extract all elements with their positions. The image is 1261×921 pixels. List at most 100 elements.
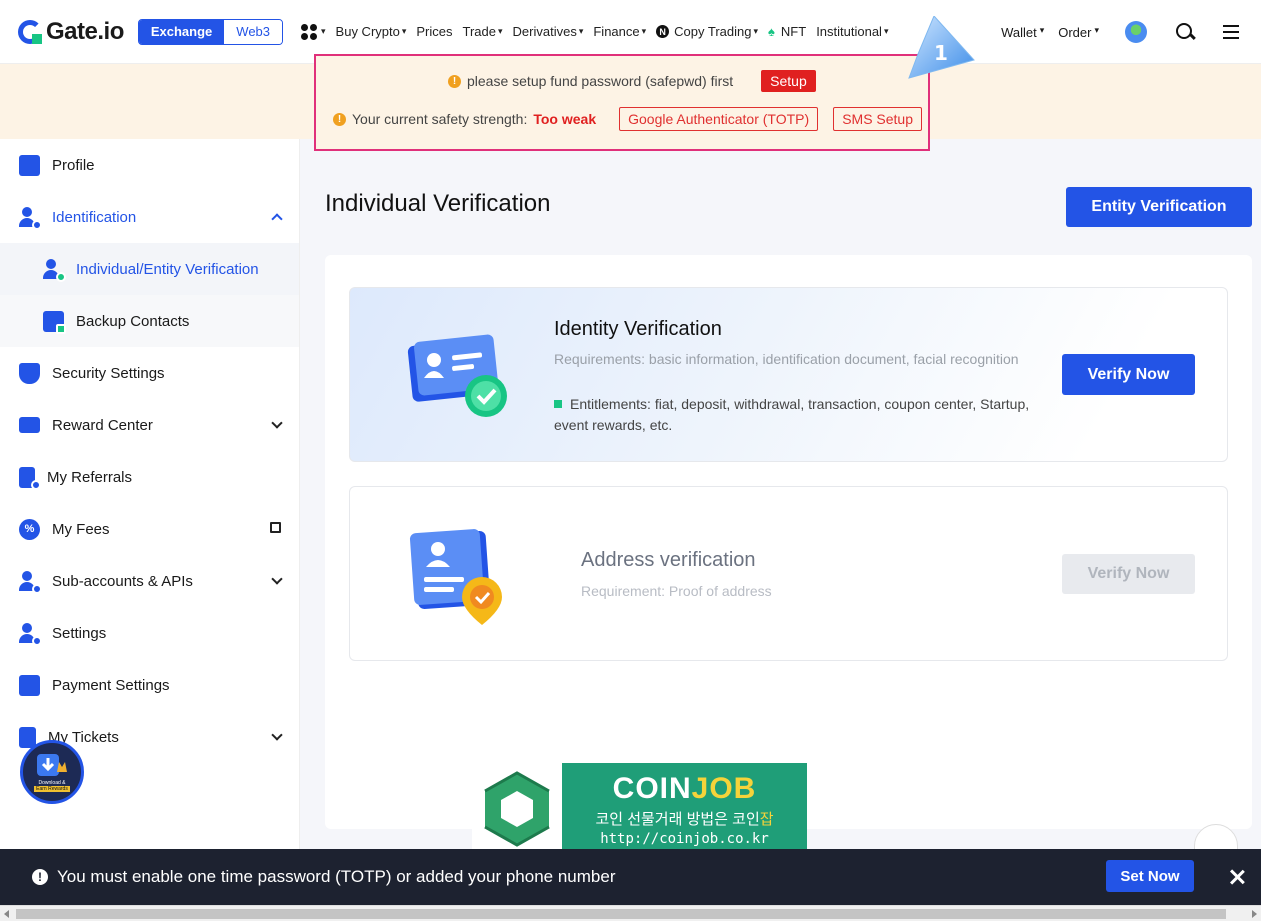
- sidebar-item-label: Security Settings: [52, 364, 165, 382]
- bullet-icon: [554, 400, 562, 408]
- sidebar-item-profile[interactable]: Profile: [0, 139, 299, 191]
- sidebar-item-label: Reward Center: [52, 416, 153, 434]
- badge-text: Earn Rewards: [34, 786, 70, 792]
- info-icon: !: [32, 869, 48, 885]
- user-avatar-icon[interactable]: [1125, 21, 1147, 43]
- sidebar-item-payment-settings[interactable]: Payment Settings: [0, 659, 299, 711]
- profile-card-icon: [19, 154, 40, 176]
- scrollbar-thumb[interactable]: [16, 909, 1226, 919]
- identity-verify-now-button[interactable]: Verify Now: [1062, 354, 1195, 395]
- identification-person-icon: [19, 206, 42, 230]
- gate-logo[interactable]: Gate.io: [18, 18, 124, 46]
- copy-trading-icon: N: [656, 25, 670, 38]
- sidebar-item-label: Identification: [52, 208, 137, 226]
- shield-icon: [19, 362, 40, 384]
- horizontal-scrollbar[interactable]: [0, 905, 1261, 921]
- sidebar-item-my-referrals[interactable]: My Referrals: [0, 451, 299, 503]
- sub-accounts-icon: [19, 570, 42, 594]
- hamburger-menu-icon[interactable]: [1223, 25, 1239, 39]
- sidebar-item-label: Individual/Entity Verification: [76, 260, 259, 278]
- percent-icon: %: [19, 518, 40, 540]
- banner-message: You must enable one time password (TOTP)…: [57, 867, 616, 886]
- sidebar-item-label: My Referrals: [47, 468, 133, 486]
- nav-institutional[interactable]: Institutional ▾: [816, 24, 888, 39]
- annotation-number: 1: [934, 41, 948, 65]
- download-earn-rewards-badge[interactable]: Download & Earn Rewards: [20, 740, 84, 804]
- chevron-down-icon[interactable]: [271, 729, 283, 741]
- ad-subtitle: 코인 선물거래 방법은 코인잡: [595, 810, 774, 828]
- address-verification-card: Address verification Requirement: Proof …: [349, 486, 1228, 661]
- chevron-down-icon[interactable]: [271, 417, 283, 429]
- nav-order[interactable]: Order ▾: [1058, 25, 1099, 40]
- page-title: Individual Verification: [325, 190, 551, 217]
- nav-prices[interactable]: Prices: [416, 24, 452, 39]
- referrals-icon: [19, 466, 41, 490]
- main-nav: ▾ Buy Crypto ▾ Prices Trade ▾ Derivatives ▾…: [301, 23, 888, 40]
- nav-label: Buy Crypto: [335, 24, 400, 39]
- fund-password-warning: ! please setup fund password (safepwd) f…: [448, 70, 816, 92]
- address-verification-title: Address verification: [581, 549, 756, 571]
- sidebar-item-settings[interactable]: Settings: [0, 607, 299, 659]
- nft-leaf-icon: ♠: [768, 24, 775, 39]
- close-icon[interactable]: [1228, 868, 1246, 886]
- chevron-down-icon: ▾: [401, 26, 407, 36]
- sidebar-item-my-fees[interactable]: % My Fees: [0, 503, 299, 555]
- sidebar-item-label: Profile: [52, 156, 95, 174]
- safety-strength-warning: ! Your current safety strength: Too weak…: [333, 107, 923, 131]
- strength-label: Your current safety strength:: [352, 111, 528, 127]
- sidebar-item-identification[interactable]: Identification: [0, 191, 299, 243]
- external-link-icon[interactable]: [270, 522, 281, 533]
- nav-label: Prices: [416, 24, 453, 39]
- settings-person-icon: [19, 622, 42, 646]
- apps-menu[interactable]: ▾: [301, 23, 326, 40]
- warning-icon: !: [448, 74, 461, 88]
- sidebar-item-sub-accounts-apis[interactable]: Sub-accounts & APIs: [0, 555, 299, 607]
- setup-button[interactable]: Setup: [761, 70, 816, 92]
- address-requirements: Requirement: Proof of address: [581, 583, 772, 599]
- gate-logo-icon: [18, 19, 42, 44]
- scroll-left-icon[interactable]: [4, 910, 9, 918]
- exchange-tab[interactable]: Exchange: [138, 19, 225, 44]
- search-icon[interactable]: [1175, 22, 1195, 42]
- set-now-button[interactable]: Set Now: [1106, 860, 1194, 892]
- chevron-up-icon[interactable]: [271, 213, 283, 225]
- chevron-down-icon: ▾: [753, 26, 758, 36]
- identity-verification-title: Identity Verification: [554, 318, 722, 340]
- chevron-down-icon: ▾: [578, 26, 584, 36]
- entity-verification-button[interactable]: Entity Verification: [1066, 187, 1252, 227]
- nav-label: Finance: [593, 24, 640, 39]
- id-card-check-icon: [407, 334, 507, 417]
- nav-copy-trading[interactable]: N Copy Trading ▾: [656, 24, 758, 39]
- nav-finance[interactable]: Finance ▾: [593, 24, 646, 39]
- web3-tab[interactable]: Web3: [224, 19, 283, 44]
- chevron-down-icon[interactable]: [271, 573, 283, 585]
- sms-setup-button[interactable]: SMS Setup: [833, 107, 923, 131]
- sidebar-item-security-settings[interactable]: Security Settings: [0, 347, 299, 399]
- sidebar-item-label: My Fees: [52, 520, 110, 538]
- nav-label: Order: [1058, 24, 1092, 40]
- apps-grid-icon: [301, 23, 318, 40]
- sidebar-item-backup-contacts[interactable]: Backup Contacts: [0, 295, 299, 347]
- sidebar-item-reward-center[interactable]: Reward Center: [0, 399, 299, 451]
- scroll-right-icon[interactable]: [1252, 910, 1257, 918]
- ad-text: COINJOB 코인 선물거래 방법은 코인잡 http://coinjob.c…: [562, 763, 807, 855]
- chevron-down-icon: ▾: [321, 26, 326, 36]
- google-authenticator-button[interactable]: Google Authenticator (TOTP): [619, 107, 819, 131]
- download-icon: [37, 754, 67, 776]
- nav-label: Institutional: [816, 24, 882, 39]
- totp-reminder-banner: ! You must enable one time password (TOT…: [0, 849, 1261, 905]
- nav-nft[interactable]: ♠ NFT: [768, 24, 806, 39]
- nav-label: Copy Trading: [674, 24, 752, 39]
- nav-buy-crypto[interactable]: Buy Crypto ▾: [336, 24, 407, 39]
- sidebar-item-individual-entity-verification[interactable]: Individual/Entity Verification: [0, 243, 299, 295]
- backup-contacts-icon: [43, 310, 66, 334]
- coinjob-ad-banner[interactable]: COINJOB 코인 선물거래 방법은 코인잡 http://coinjob.c…: [472, 763, 807, 855]
- nav-wallet[interactable]: Wallet ▾: [1001, 25, 1044, 40]
- sidebar-item-label: Payment Settings: [52, 676, 170, 694]
- nav-derivatives[interactable]: Derivatives ▾: [513, 24, 584, 39]
- address-verify-now-button[interactable]: Verify Now: [1062, 554, 1195, 594]
- nav-trade[interactable]: Trade ▾: [463, 24, 503, 39]
- chevron-down-icon: ▾: [641, 26, 647, 36]
- user-nav: Wallet ▾ Order ▾: [1001, 0, 1239, 64]
- coinjob-logo-icon: [472, 763, 562, 855]
